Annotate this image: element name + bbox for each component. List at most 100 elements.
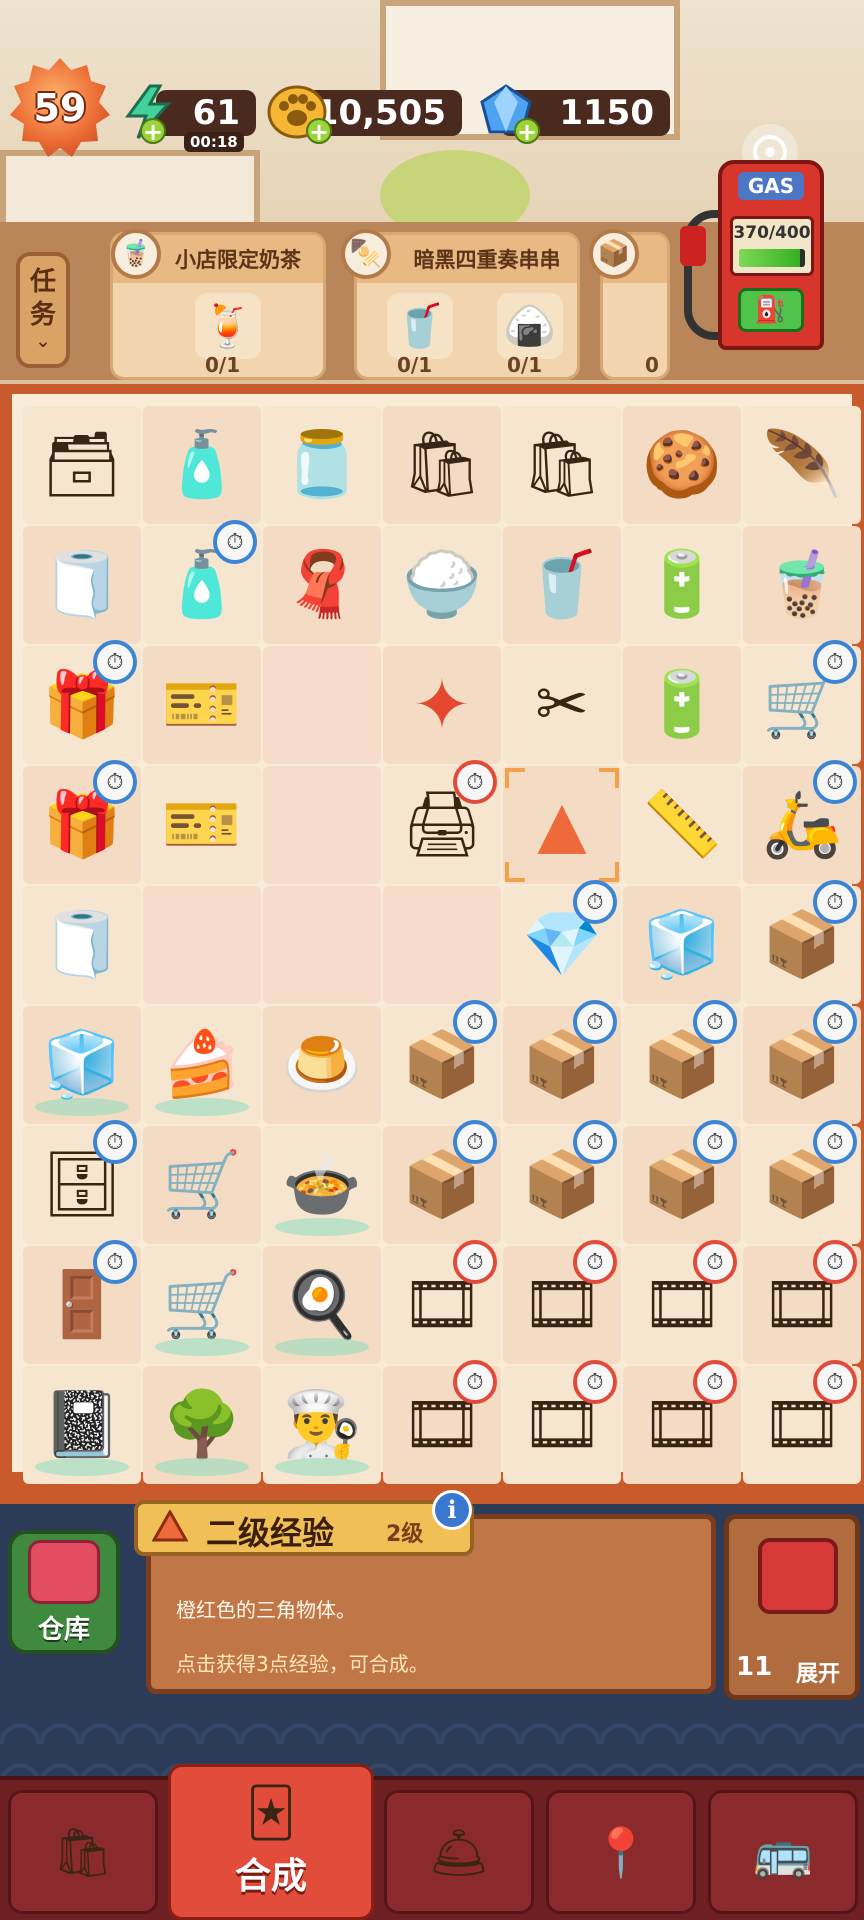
energy-plus-icon[interactable]: +: [140, 118, 166, 144]
board-cell-film-roll[interactable]: 🎞 ⏱: [623, 1240, 741, 1364]
nav-service-button[interactable]: 🛎: [384, 1790, 534, 1914]
chest-expand-button[interactable]: 展开: [796, 1656, 840, 1688]
board-cell-rice-tray[interactable]: 🍚: [383, 526, 501, 644]
board-cell-gift-box[interactable]: 🎁 ⏱: [23, 640, 141, 764]
board-cell-pudding-tray[interactable]: 🍮: [263, 1006, 381, 1124]
order-card[interactable]: 暗黑四重奏串串 🍢 🥤 0/1 🍙 0/1: [341, 229, 580, 380]
task-tab-button[interactable]: 任 务 ⌄: [16, 252, 70, 368]
board-cell-cookie[interactable]: 🍪: [623, 406, 741, 524]
board-cell-scissors[interactable]: ✂: [503, 646, 621, 764]
board-cell-ticket[interactable]: 🎫: [143, 646, 261, 764]
timer-clock-icon: ⏱: [573, 1120, 617, 1164]
chest-icon: [758, 1538, 838, 1614]
board-cell-film-roll[interactable]: 🎞 ⏱: [383, 1360, 501, 1484]
timer-clock-icon: ⏱: [693, 1000, 737, 1044]
board-cell-tape-measure[interactable]: 📏: [623, 766, 741, 884]
board-cell-paper-cup[interactable]: 🥤: [503, 526, 621, 644]
board-cell-film-roll[interactable]: 🎞 ⏱: [743, 1240, 861, 1364]
board-cell-sample-box[interactable]: 🗃: [23, 406, 141, 524]
background-sign: [0, 150, 260, 230]
board-cell-film-roll[interactable]: 🎞 ⏱: [503, 1240, 621, 1364]
nav-map-button[interactable]: 📍: [546, 1790, 696, 1914]
board-cell-film-roll[interactable]: 🎞 ⏱: [623, 1360, 741, 1484]
selection-corner: [505, 862, 525, 882]
board-cell-bubble-tea[interactable]: 🧋: [743, 526, 861, 644]
board-cell-hand-truck[interactable]: 🛒 ⏱: [743, 640, 861, 764]
warehouse-box-icon: [28, 1540, 100, 1604]
board-cell-scooter[interactable]: 🛵 ⏱: [743, 760, 861, 884]
nav-merge-button[interactable]: 🃏 合成: [168, 1764, 374, 1920]
gas-reading: 370/400: [733, 223, 811, 243]
board-cell-bonsai[interactable]: 🌳: [143, 1366, 261, 1484]
board-cell-glue-bottle[interactable]: 🧴 ⏱: [143, 520, 261, 644]
locked-glow: [275, 1338, 369, 1356]
board-cell-drone-box[interactable]: 📦 ⏱: [623, 1000, 741, 1124]
board-cell-chef-hat[interactable]: 👨‍🍳: [263, 1366, 381, 1484]
board-cell-ticket[interactable]: 🎫: [143, 766, 261, 884]
board-cell-drone-box[interactable]: 📦 ⏱: [623, 1120, 741, 1244]
board-cell-display-case[interactable]: 🍰: [143, 1006, 261, 1124]
board-cell-empty[interactable]: [263, 886, 381, 1004]
board-cell-notebook[interactable]: 📓: [23, 1366, 141, 1484]
coin-plus-icon[interactable]: +: [306, 118, 332, 144]
board-cell-shelf-cart[interactable]: 🛒: [143, 1126, 261, 1244]
board-cell-sugar-cubes[interactable]: 🧊: [623, 886, 741, 1004]
gas-label: GAS: [738, 172, 804, 200]
board-cell-film-roll[interactable]: 🎞 ⏱: [383, 1240, 501, 1364]
gas-refill-button[interactable]: ⛽: [738, 288, 804, 332]
board-cell-drone-box[interactable]: 📦 ⏱: [503, 1120, 621, 1244]
order-title: 暗黑四重奏串串: [413, 248, 561, 272]
board-cell-fridge-locked[interactable]: 🧊: [23, 1006, 141, 1124]
board-cell-printer[interactable]: 🖨 ⏱: [383, 760, 501, 884]
board-cell-film-roll[interactable]: 🎞 ⏱: [743, 1360, 861, 1484]
board-cell-towel[interactable]: 🧻: [23, 526, 141, 644]
board-cell-oven[interactable]: 🍳: [263, 1246, 381, 1364]
nav-bus-button[interactable]: 🚌: [708, 1790, 858, 1914]
milk-tea-icon: 🍹: [195, 293, 261, 359]
timer-clock-icon: ⏱: [453, 760, 497, 804]
board-cell-cart[interactable]: 🛒: [143, 1246, 261, 1364]
gas-pump[interactable]: GAS 370/400 ⛽: [718, 160, 824, 350]
gem-plus-icon[interactable]: +: [514, 118, 540, 144]
task-tab-label-1: 任: [29, 267, 56, 298]
hotpot-icon: 🍲: [282, 1148, 362, 1222]
board-cell-paper-bag[interactable]: 🛍: [503, 406, 621, 524]
board-cell-drone-box[interactable]: 📦 ⏱: [743, 1120, 861, 1244]
board-cell-feather-fan[interactable]: 🪶: [743, 406, 861, 524]
board-cell-drone-box[interactable]: 📦 ⏱: [383, 1120, 501, 1244]
customer-avatar: 🧋: [111, 229, 161, 279]
nav-shop-button[interactable]: 🛍: [8, 1790, 158, 1914]
board-cell-power-chest[interactable]: 🔋: [623, 526, 741, 644]
board-cell-drone-box[interactable]: 📦 ⏱: [743, 880, 861, 1004]
board-cell-drone-box[interactable]: 📦 ⏱: [383, 1000, 501, 1124]
board-cell-ink-bottle[interactable]: 🫙: [263, 406, 381, 524]
locked-glow: [35, 1458, 129, 1476]
board-cell-drone-box[interactable]: 📦 ⏱: [503, 1000, 621, 1124]
rice-ball-icon: 🍙: [497, 293, 563, 359]
board-cell-paper-bag[interactable]: 🛍: [383, 406, 501, 524]
gas-nozzle-icon: [680, 226, 706, 266]
board-cell-power-chest[interactable]: 🔋: [623, 646, 741, 764]
board-cell-empty[interactable]: [263, 766, 381, 884]
timer-clock-icon: ⏱: [453, 1000, 497, 1044]
board-cell-empty[interactable]: [263, 646, 381, 764]
board-cell-cabinet[interactable]: 🗄 ⏱: [23, 1120, 141, 1244]
board-cell-cloth[interactable]: 🧣: [263, 526, 381, 644]
board-cell-empty[interactable]: [383, 886, 501, 1004]
board-cell-paper-ball[interactable]: 🧻: [23, 886, 141, 1004]
warehouse-button[interactable]: 仓库: [8, 1530, 120, 1654]
order-card[interactable]: 小店限定奶茶 🧋 🍹 0/1: [110, 229, 326, 380]
board-cell-medicine-bottles[interactable]: 🧴: [143, 406, 261, 524]
board-cell-crystal[interactable]: 💎 ⏱: [503, 880, 621, 1004]
info-button[interactable]: i: [432, 1490, 472, 1530]
board-cell-empty[interactable]: [143, 886, 261, 1004]
power-chest-icon: 🔋: [642, 548, 722, 622]
board-cell-drone-box[interactable]: 📦 ⏱: [743, 1000, 861, 1124]
board-cell-star-shard[interactable]: ✦: [383, 646, 501, 764]
board-cell-hotpot[interactable]: 🍲: [263, 1126, 381, 1244]
board-cell-gift-box[interactable]: 🎁 ⏱: [23, 760, 141, 884]
board-cell-film-roll[interactable]: 🎞 ⏱: [503, 1360, 621, 1484]
order-card[interactable]: 📦 0: [589, 229, 670, 380]
board-cell-fridge[interactable]: 🚪 ⏱: [23, 1240, 141, 1364]
board-cell-triangle-shard[interactable]: ▲: [503, 766, 621, 884]
